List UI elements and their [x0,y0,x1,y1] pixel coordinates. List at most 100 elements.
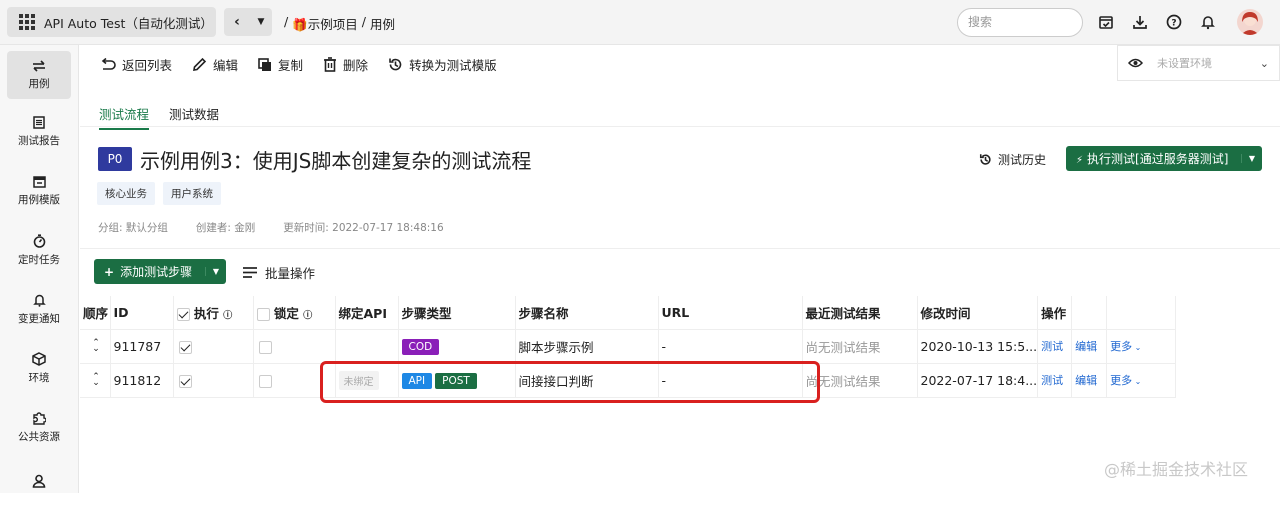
sidebar-item-cases[interactable]: 用例 [7,51,71,99]
history-nav-button[interactable]: ‹ ▼ [224,8,272,36]
sidebar-item-label: 定时任务 [18,253,60,266]
user-avatar[interactable] [1237,9,1263,35]
add-step-button[interactable]: + 添加测试步骤 ▼ [94,259,226,284]
annotation-highlight-box [320,361,820,403]
step-mtime: 2020-10-13 15:5... [917,329,1039,364]
delete-button[interactable]: 删除 [323,55,368,74]
apps-grid-icon [19,14,35,30]
run-test-main[interactable]: ⚡ 执行测试[通过服务器测试] [1066,150,1241,167]
convert-label: 转换为测试模版 [409,58,497,73]
download-icon[interactable] [1130,12,1150,32]
sidebar-item-label: 测试报告 [18,135,60,147]
exec-checkbox[interactable] [178,374,192,388]
step-mtime: 2022-07-17 18:4... [917,363,1039,398]
col-ops: 操作 [1037,296,1073,330]
app-switcher-button[interactable]: API Auto Test（自动化测试） [7,7,216,37]
edit-button[interactable]: 编辑 [192,55,238,74]
op-more[interactable]: 更多 ⌄ [1106,363,1177,398]
op-test[interactable]: 测试 [1037,363,1073,398]
add-step-main[interactable]: + 添加测试步骤 [94,263,205,280]
lock-all-checkbox[interactable] [256,307,270,321]
history-icon [389,58,402,71]
op-test[interactable]: 测试 [1037,329,1073,364]
svg-text:?: ? [1171,19,1176,29]
run-test-label: 执行测试[通过服务器测试] [1087,152,1229,166]
undo-icon [101,57,116,70]
help-icon[interactable]: ? [1164,12,1184,32]
environment-placeholder: 未设置环境 [1157,57,1212,70]
type-badge-cod: COD [401,338,440,355]
calendar-check-icon[interactable] [1096,12,1116,32]
lock-checkbox[interactable] [258,374,272,388]
test-history-button[interactable]: 测试历史 [979,151,1046,168]
exec-all-checkbox[interactable] [176,307,190,321]
chevron-down-icon: ⌄ [1132,343,1142,352]
case-group: 分组: 默认分组 [98,222,168,234]
lock-checkbox[interactable] [258,340,272,354]
drag-handle[interactable]: ⌃ ⌄ [80,329,111,364]
trash-icon [324,57,337,72]
step-result: 尚无测试结果 [802,329,918,364]
sidebar-item-notify[interactable]: 变更通知 [0,285,78,333]
watermark: @稀土掘金技术社区 [1104,460,1249,479]
sort-icon[interactable]: ⌃ ⌄ [89,372,103,387]
user-icon [32,474,46,488]
sidebar-item-env[interactable]: 环境 [0,344,78,392]
chevron-down-icon: ⌄ [1132,377,1142,386]
col-type: 步骤类型 [398,296,516,330]
col-order: 顺序 [80,296,111,330]
op-more[interactable]: 更多 ⌄ [1106,329,1177,364]
col-bind: 绑定API [335,296,399,330]
plug-icon: ⚡ [1076,155,1084,166]
info-icon: ⓘ [303,310,313,321]
bell-icon[interactable] [1198,12,1218,32]
edit-label: 编辑 [213,58,239,73]
back-to-list-button[interactable]: 返回列表 [100,55,172,74]
run-test-dropdown[interactable]: ▼ [1241,154,1262,163]
breadcrumb-project[interactable]: 🎁示例项目 [292,14,358,33]
run-test-button[interactable]: ⚡ 执行测试[通过服务器测试] ▼ [1066,146,1262,171]
convert-to-template-button[interactable]: 转换为测试模版 [388,55,497,74]
drag-handle[interactable]: ⌃ ⌄ [80,363,111,398]
add-step-label: 添加测试步骤 [120,265,193,279]
sidebar-item-reports[interactable]: 测试报告 [0,108,78,156]
chevron-down-icon[interactable]: ▼ [250,17,272,27]
sidebar-item-schedule[interactable]: 定时任务 [0,226,78,274]
delete-label: 删除 [343,58,369,73]
breadcrumb-cases[interactable]: 用例 [370,14,395,33]
lock-cell [253,329,336,364]
back-chevron-icon[interactable]: ‹ [224,14,250,30]
app-title: API Auto Test（自动化测试） [44,15,213,31]
exec-checkbox[interactable] [178,340,192,354]
sidebar-item-user[interactable] [0,457,78,505]
case-updated: 更新时间: 2022-07-17 18:48:16 [283,222,444,234]
op-edit[interactable]: 编辑 [1071,329,1108,364]
sidebar-item-templates[interactable]: 用例模版 [0,167,78,215]
sidebar-item-label: 用例模版 [18,193,60,206]
col-url: URL [658,296,803,330]
top-bar: API Auto Test（自动化测试） ‹ ▼ / 🎁示例项目 / 用例 搜索… [0,0,1280,45]
search-input[interactable]: 搜索 [957,8,1083,37]
sidebar-item-label: 公共资源 [18,430,60,443]
copy-button[interactable]: 复制 [258,55,303,74]
sort-icon[interactable]: ⌃ ⌄ [89,338,103,353]
step-name[interactable]: 脚本步骤示例 [515,329,659,364]
add-step-dropdown[interactable]: ▼ [205,267,226,276]
copy-icon [258,57,272,71]
environment-select[interactable]: 未设置环境 ⌄ [1117,45,1280,81]
col-mtime: 修改时间 [917,296,1039,330]
tag[interactable]: 核心业务 [97,182,155,205]
info-icon: ⓘ [223,310,233,321]
sidebar-item-resources[interactable]: 公共资源 [0,403,78,451]
case-meta: 分组: 默认分组 创建者: 金刚 更新时间: 2022-07-17 18:48:… [98,220,444,235]
table-header-row: 顺序 ID 执行 ⓘ 锁定 ⓘ 绑定API 步骤类型 步骤名称 URL 最近测试… [80,296,1177,330]
list-icon [243,267,257,278]
priority-badge: P0 [98,147,132,171]
col-exec-label: 执行 [193,305,219,321]
batch-operation-button[interactable]: 批量操作 [242,263,315,282]
template-icon [32,175,46,188]
sidebar: 用例 测试报告 用例模版 定时任务 变更通知 环境 公共资源 [0,45,79,493]
op-edit[interactable]: 编辑 [1071,363,1108,398]
tag[interactable]: 用户系统 [163,182,221,205]
exec-cell [173,363,254,398]
